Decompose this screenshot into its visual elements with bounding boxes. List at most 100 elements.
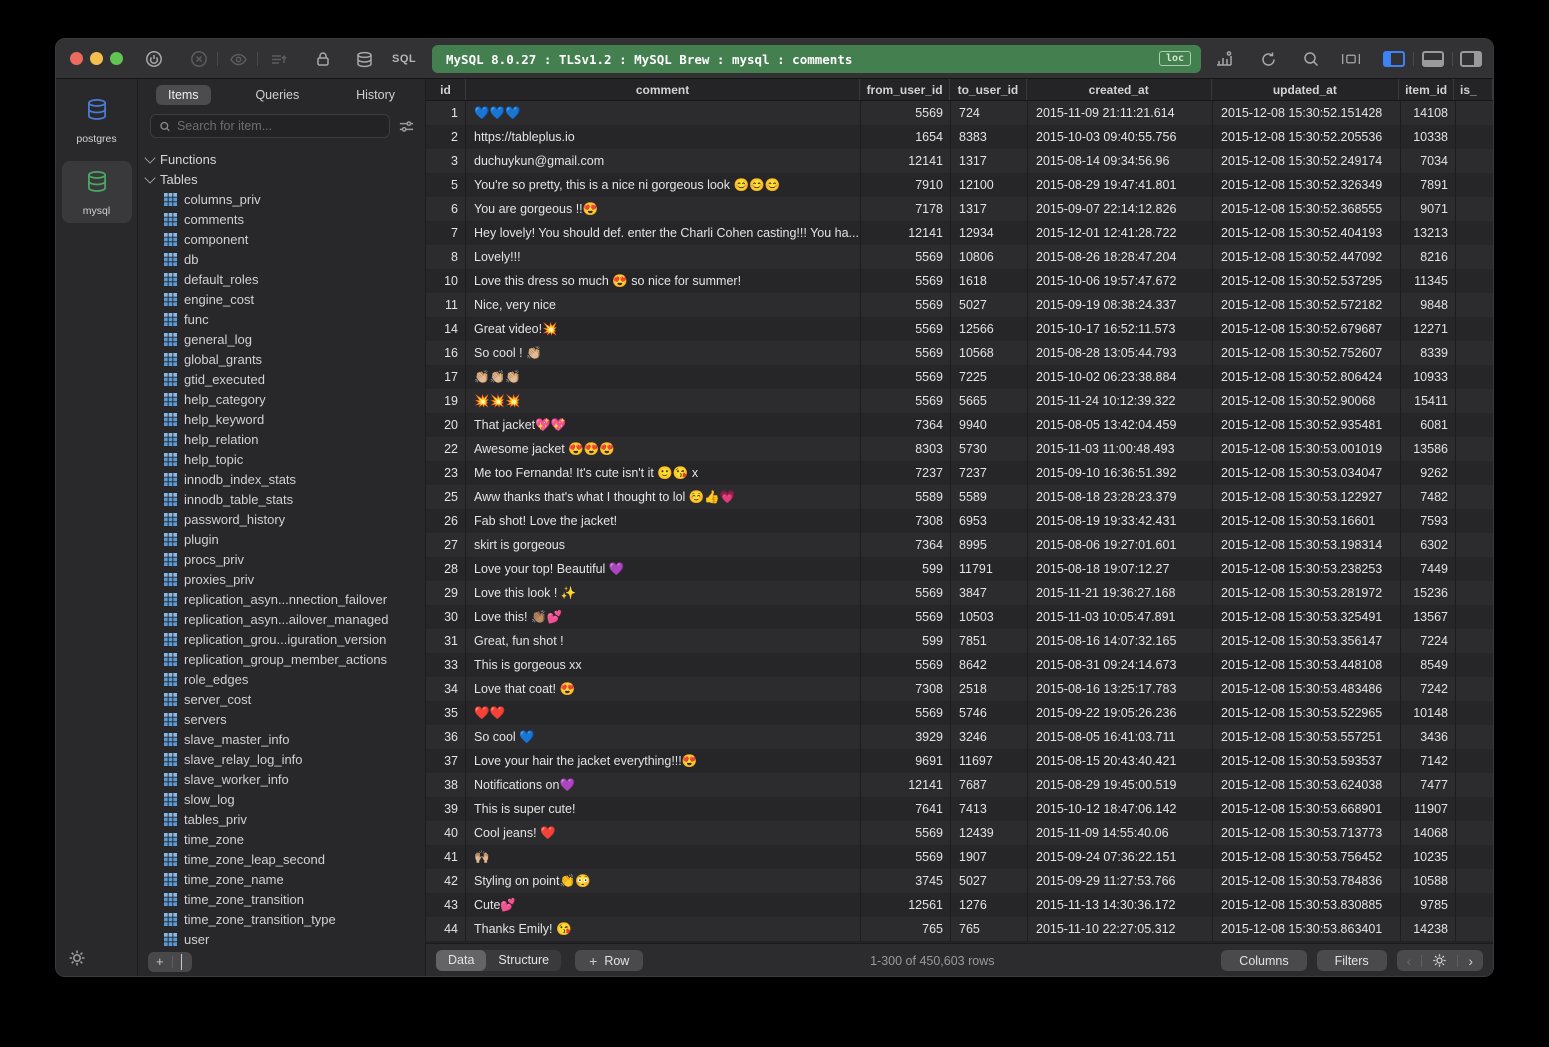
- sidebar-table-help_topic[interactable]: help_topic: [138, 449, 425, 469]
- columns-button[interactable]: Columns: [1221, 950, 1306, 971]
- sql-editor-button[interactable]: SQL: [392, 53, 416, 65]
- table-row[interactable]: 36So cool 💙392932462015-08-05 16:41:03.7…: [426, 725, 1493, 749]
- connection-postgres[interactable]: postgres: [62, 89, 132, 151]
- column-header-comment[interactable]: comment: [466, 79, 860, 100]
- filters-button[interactable]: Filters: [1317, 950, 1387, 971]
- sidebar-table-proxies_priv[interactable]: proxies_priv: [138, 569, 425, 589]
- sidebar-table-comments[interactable]: comments: [138, 209, 425, 229]
- add-row-button[interactable]: + Row: [575, 950, 643, 971]
- close-window-button[interactable]: [70, 52, 83, 65]
- table-row[interactable]: 22Awesome jacket 😍😍😍830357302015-11-03 1…: [426, 437, 1493, 461]
- item-search-box[interactable]: [150, 114, 390, 138]
- search-icon[interactable]: [1301, 49, 1321, 69]
- sidebar-table-time_zone_transition[interactable]: time_zone_transition: [138, 889, 425, 909]
- connection-mysql[interactable]: mysql: [62, 161, 132, 223]
- table-row[interactable]: 6You are gorgeous !!😍717813172015-09-07 …: [426, 197, 1493, 221]
- log-export-icon[interactable]: [268, 49, 288, 69]
- focus-mode-icon[interactable]: [1341, 49, 1361, 69]
- table-row[interactable]: 1💙💙💙55697242015-11-09 21:11:21.6142015-1…: [426, 101, 1493, 125]
- tab-queries[interactable]: Queries: [243, 85, 311, 105]
- sidebar-table-replication_grou-iguration_version[interactable]: replication_grou...iguration_version: [138, 629, 425, 649]
- table-row[interactable]: 25Aww thanks that's what I thought to lo…: [426, 485, 1493, 509]
- sidebar-table-db[interactable]: db: [138, 249, 425, 269]
- structure-view-tab[interactable]: Structure: [486, 950, 561, 971]
- table-row[interactable]: 29Love this look ! ✨556938472015-11-21 1…: [426, 581, 1493, 605]
- table-row[interactable]: 42Styling on point👏😳374550272015-09-29 1…: [426, 869, 1493, 893]
- column-header-updatedat[interactable]: updated_at: [1212, 79, 1400, 100]
- table-row[interactable]: 39This is super cute!764174132015-10-12 …: [426, 797, 1493, 821]
- sidebar-table-procs_priv[interactable]: procs_priv: [138, 549, 425, 569]
- disconnect-icon[interactable]: [189, 49, 209, 69]
- chart-stats-icon[interactable]: [1214, 49, 1234, 69]
- table-row[interactable]: 14Great video!💥5569125662015-10-17 16:52…: [426, 317, 1493, 341]
- lock-icon[interactable]: [313, 49, 333, 69]
- table-row[interactable]: 17👏🏼👏🏼👏🏼556972252015-10-02 06:23:38.8842…: [426, 365, 1493, 389]
- table-row[interactable]: 41🙌🏼556919072015-09-24 07:36:22.1512015-…: [426, 845, 1493, 869]
- table-row[interactable]: 23Me too Fernanda! It's cute isn't it 🙂😘…: [426, 461, 1493, 485]
- table-row[interactable]: 31Great, fun shot !59978512015-08-16 14:…: [426, 629, 1493, 653]
- table-row[interactable]: 3duchuykun@gmail.com1214113172015-08-14 …: [426, 149, 1493, 173]
- table-row[interactable]: 16So cool ! 👏🏼5569105682015-08-28 13:05:…: [426, 341, 1493, 365]
- sidebar-table-engine_cost[interactable]: engine_cost: [138, 289, 425, 309]
- sidebar-table-general_log[interactable]: general_log: [138, 329, 425, 349]
- toggle-bottom-panel-icon[interactable]: [1422, 51, 1444, 67]
- next-page-button[interactable]: ›: [1458, 954, 1483, 968]
- table-row[interactable]: 11Nice, very nice556950272015-09-19 08:3…: [426, 293, 1493, 317]
- search-input[interactable]: [177, 119, 381, 133]
- table-row[interactable]: 5You're so pretty, this is a nice ni gor…: [426, 173, 1493, 197]
- column-header-is[interactable]: is_: [1454, 79, 1493, 100]
- sidebar-table-replication_asyn-ailover_managed[interactable]: replication_asyn...ailover_managed: [138, 609, 425, 629]
- settings-gear-icon[interactable]: [68, 949, 86, 967]
- sidebar-table-func[interactable]: func: [138, 309, 425, 329]
- sidebar-table-innodb_index_stats[interactable]: innodb_index_stats: [138, 469, 425, 489]
- toggle-left-panel-icon[interactable]: [1383, 51, 1405, 67]
- sidebar-table-role_edges[interactable]: role_edges: [138, 669, 425, 689]
- filter-sliders-icon[interactable]: [398, 118, 415, 135]
- tab-items[interactable]: Items: [156, 85, 211, 105]
- table-row[interactable]: 27skirt is gorgeous736489952015-08-06 19…: [426, 533, 1493, 557]
- sidebar-table-replication_asyn-nnection_failover[interactable]: replication_asyn...nnection_failover: [138, 589, 425, 609]
- table-row[interactable]: 26Fab shot! Love the jacket!730869532015…: [426, 509, 1493, 533]
- table-row[interactable]: 30Love this! 👏🏽💕5569105032015-11-03 10:0…: [426, 605, 1493, 629]
- table-row[interactable]: 37Love your hair the jacket everything!!…: [426, 749, 1493, 773]
- sidebar-table-time_zone[interactable]: time_zone: [138, 829, 425, 849]
- sidebar-table-gtid_executed[interactable]: gtid_executed: [138, 369, 425, 389]
- sidebar-table-help_relation[interactable]: help_relation: [138, 429, 425, 449]
- sidebar-table-component[interactable]: component: [138, 229, 425, 249]
- column-header-id[interactable]: id: [426, 79, 466, 100]
- sidebar-table-help_category[interactable]: help_category: [138, 389, 425, 409]
- sidebar-table-password_history[interactable]: password_history: [138, 509, 425, 529]
- data-view-tab[interactable]: Data: [436, 950, 486, 971]
- table-row[interactable]: 43Cute💕1256112762015-11-13 14:30:36.1722…: [426, 893, 1493, 917]
- sidebar-table-slow_log[interactable]: slow_log: [138, 789, 425, 809]
- zoom-window-button[interactable]: [110, 52, 123, 65]
- sidebar-table-plugin[interactable]: plugin: [138, 529, 425, 549]
- sidebar-table-time_zone_name[interactable]: time_zone_name: [138, 869, 425, 889]
- table-row[interactable]: 33This is gorgeous xx556986422015-08-31 …: [426, 653, 1493, 677]
- sidebar-table-tables_priv[interactable]: tables_priv: [138, 809, 425, 829]
- database-icon[interactable]: [354, 49, 374, 69]
- tree-section-functions[interactable]: Functions: [138, 149, 425, 169]
- sidebar-table-slave_worker_info[interactable]: slave_worker_info: [138, 769, 425, 789]
- minimize-window-button[interactable]: [90, 52, 103, 65]
- table-row[interactable]: 28Love your top! Beautiful 💜599117912015…: [426, 557, 1493, 581]
- connect-icon[interactable]: [144, 49, 164, 69]
- table-row[interactable]: 2https://tableplus.io165483832015-10-03 …: [426, 125, 1493, 149]
- table-row[interactable]: 7Hey lovely! You should def. enter the C…: [426, 221, 1493, 245]
- sidebar-table-default_roles[interactable]: default_roles: [138, 269, 425, 289]
- sidebar-table-columns_priv[interactable]: columns_priv: [138, 189, 425, 209]
- table-row[interactable]: 34Love that coat! 😍730825182015-08-16 13…: [426, 677, 1493, 701]
- table-row[interactable]: 19💥💥💥556956652015-11-24 10:12:39.3222015…: [426, 389, 1493, 413]
- column-header-fromuserid[interactable]: from_user_id: [860, 79, 950, 100]
- add-item-menu-button[interactable]: [173, 952, 192, 972]
- table-row[interactable]: 38Notifications on💜1214176872015-08-29 1…: [426, 773, 1493, 797]
- preview-eye-icon[interactable]: [228, 49, 248, 69]
- table-row[interactable]: 44Thanks Emily! 😘7657652015-11-10 22:27:…: [426, 917, 1493, 941]
- sidebar-table-slave_relay_log_info[interactable]: slave_relay_log_info: [138, 749, 425, 769]
- page-settings-gear-icon[interactable]: [1422, 953, 1457, 968]
- add-item-button[interactable]: +: [148, 952, 172, 972]
- table-row[interactable]: 20That jacket💖💖736499402015-08-05 13:42:…: [426, 413, 1493, 437]
- column-header-itemid[interactable]: item_id: [1399, 79, 1454, 100]
- table-row[interactable]: 40Cool jeans! ❤️5569124392015-11-09 14:5…: [426, 821, 1493, 845]
- column-header-touserid[interactable]: to_user_id: [950, 79, 1027, 100]
